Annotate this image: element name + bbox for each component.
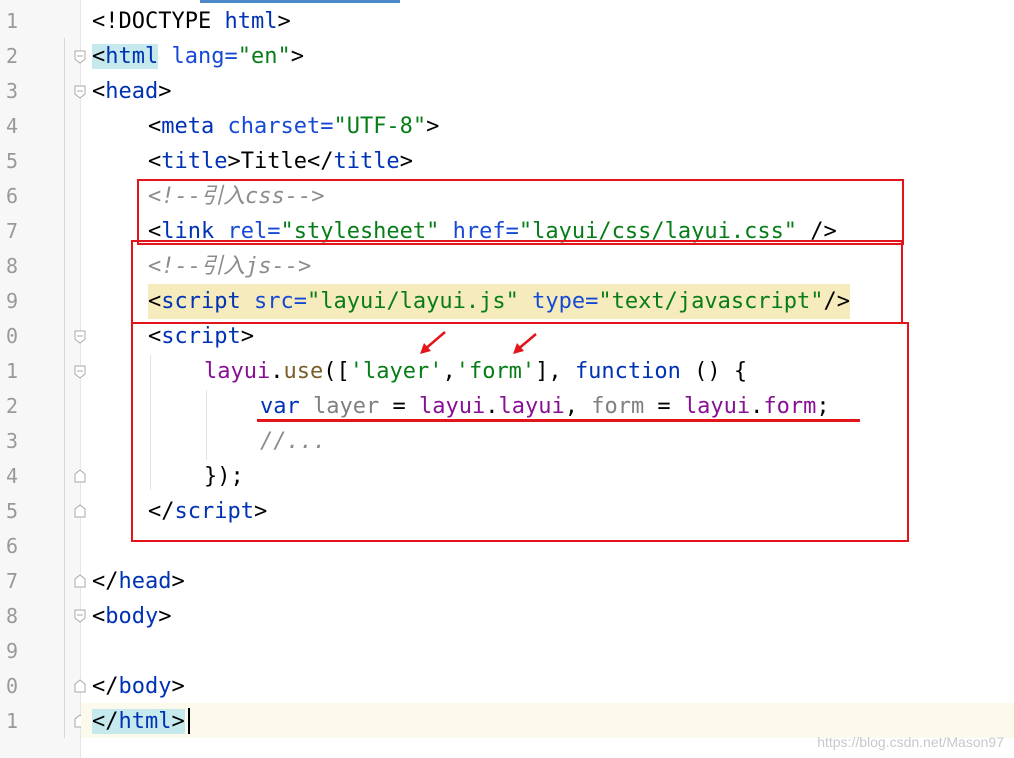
fold-open-icon[interactable]	[73, 609, 87, 623]
fold-guide-line	[64, 38, 65, 738]
line-number: 9	[5, 639, 18, 663]
line-number: 0	[5, 324, 18, 348]
line-number: 5	[5, 149, 18, 173]
annotation-arrow-icon	[513, 333, 537, 354]
code-token: head	[118, 569, 172, 594]
code-line-1[interactable]: <!DOCTYPE html>	[92, 4, 291, 39]
code-line-20[interactable]: </body>	[92, 669, 185, 704]
code-token: lang=	[158, 44, 238, 69]
code-token: >	[277, 9, 291, 34]
line-number: 1	[5, 9, 18, 33]
code-token: </	[92, 709, 119, 734]
code-token: >	[171, 709, 185, 734]
code-token: <!DOCTYPE	[92, 9, 225, 34]
line-number: 3	[5, 79, 18, 103]
annotation-underline	[257, 419, 860, 422]
code-token: >	[171, 674, 185, 699]
line-number: 6	[5, 184, 18, 208]
fold-open-icon[interactable]	[73, 365, 87, 379]
code-token: </	[92, 674, 119, 699]
code-token: title	[333, 149, 400, 174]
line-number: 4	[5, 464, 18, 488]
annotation-box-css	[137, 179, 904, 245]
fold-close-icon[interactable]	[73, 469, 87, 483]
code-line-4[interactable]: <meta charset="UTF-8">	[148, 109, 439, 144]
current-line-highlight	[81, 703, 1014, 738]
line-number: 0	[5, 674, 18, 698]
fold-close-icon[interactable]	[73, 504, 87, 518]
code-line-21[interactable]: </html>	[92, 704, 185, 739]
code-line-5[interactable]: <title>Title</title>	[148, 144, 413, 179]
code-token: >Title</	[227, 149, 334, 174]
fold-open-icon[interactable]	[73, 50, 87, 64]
code-editor[interactable]: 1 2 3 4 5 6 7 8 9 0 1 2 3 4 5 6 7 8 9 0 …	[0, 0, 1014, 758]
code-token: <	[92, 44, 106, 69]
code-token: >	[171, 569, 185, 594]
line-number: 9	[5, 289, 18, 313]
code-token: meta	[161, 114, 215, 139]
line-number: 7	[5, 569, 18, 593]
line-number: 1	[5, 709, 18, 733]
text-caret	[188, 708, 190, 734]
code-token: </	[92, 569, 119, 594]
code-token: >	[399, 149, 413, 174]
code-token: >	[426, 114, 440, 139]
line-number: 4	[5, 114, 18, 138]
code-line-3[interactable]: <head>	[92, 74, 171, 109]
line-number: 8	[5, 604, 18, 628]
code-token: html	[118, 709, 172, 734]
code-token: body	[105, 604, 159, 629]
fold-close-icon[interactable]	[73, 679, 87, 693]
line-number: 6	[5, 534, 18, 558]
code-token: html	[105, 44, 159, 69]
line-number: 1	[5, 359, 18, 383]
code-token: "en"	[237, 44, 291, 69]
line-number: 2	[5, 44, 18, 68]
line-number: 3	[5, 429, 18, 453]
fold-close-icon[interactable]	[73, 574, 87, 588]
line-number-gutter[interactable]: 1 2 3 4 5 6 7 8 9 0 1 2 3 4 5 6 7 8 9 0 …	[0, 0, 86, 758]
code-line-17[interactable]: </head>	[92, 564, 185, 599]
line-number: 8	[5, 254, 18, 278]
code-token: title	[161, 149, 228, 174]
line-number: 2	[5, 394, 18, 418]
annotation-arrow-icon	[420, 331, 446, 354]
code-token: body	[118, 674, 172, 699]
line-number: 7	[5, 219, 18, 243]
fold-open-icon[interactable]	[73, 330, 87, 344]
code-token: charset=	[214, 114, 334, 139]
code-token: >	[158, 604, 172, 629]
code-token: "UTF-8"	[333, 114, 427, 139]
code-line-18[interactable]: <body>	[92, 599, 171, 634]
fold-open-icon[interactable]	[73, 85, 87, 99]
code-token: html	[224, 9, 278, 34]
code-token: <	[148, 114, 162, 139]
code-line-2[interactable]: <html lang="en">	[92, 39, 304, 74]
watermark: https://blog.csdn.net/Mason97	[817, 734, 1004, 750]
code-token: >	[158, 79, 172, 104]
code-token: >	[290, 44, 304, 69]
scroll-position-indicator	[200, 0, 400, 3]
line-number: 5	[5, 499, 18, 523]
code-token: head	[105, 79, 159, 104]
annotation-box-js	[131, 240, 903, 324]
code-token: <	[148, 149, 162, 174]
code-token: <	[92, 79, 106, 104]
code-token: <	[92, 604, 106, 629]
